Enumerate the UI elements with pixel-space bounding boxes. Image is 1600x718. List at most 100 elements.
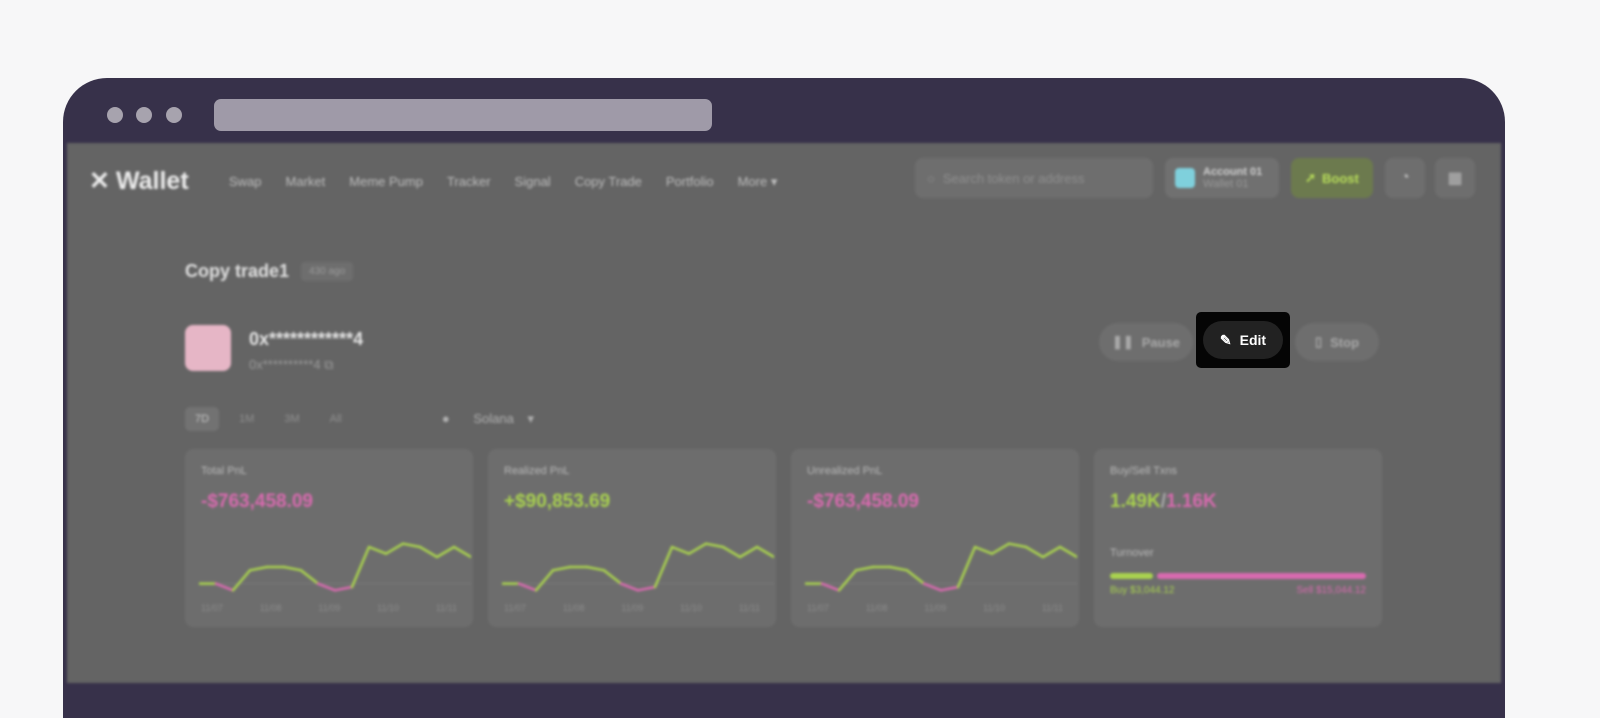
turnover-bar — [1110, 573, 1366, 579]
bell-icon: ◔ — [1400, 169, 1410, 186]
time-range-tabs: 7D 1M 3M All ● Solana ▾ — [185, 405, 544, 433]
time-tab[interactable]: 3M — [274, 407, 309, 431]
sell-count: 1.16K — [1165, 491, 1217, 512]
chart-segment — [1041, 545, 1062, 559]
time-tab[interactable]: All — [320, 407, 352, 431]
window-maximize-dot[interactable] — [166, 107, 182, 123]
search-input[interactable]: ○ Search token or address — [915, 158, 1153, 198]
buy-bar — [1110, 573, 1153, 579]
nav-link[interactable]: Tracker — [447, 174, 491, 190]
x-tick: 11/07 — [504, 603, 526, 613]
chart-segment — [956, 545, 977, 589]
chart-segment — [214, 582, 235, 592]
chart-segment — [990, 542, 1011, 555]
time-tag: 430 ago — [301, 262, 354, 281]
copy-icon[interactable]: ⧉ — [324, 357, 333, 372]
rocket-icon: ➚ — [1305, 170, 1317, 185]
stop-label: Stop — [1330, 334, 1360, 350]
chart-segment — [837, 569, 858, 592]
edit-label: Edit — [1239, 332, 1267, 348]
logo-text: Wallet — [115, 166, 189, 195]
x-tick: 11/09 — [318, 603, 341, 613]
nav-link[interactable]: Signal — [515, 174, 551, 190]
boost-button[interactable]: ➚ Boost — [1291, 158, 1373, 198]
nav-link[interactable]: More ▾ — [738, 174, 778, 190]
card-label: Total PnL — [201, 465, 247, 477]
window-minimize-dot[interactable] — [136, 107, 152, 123]
edit-highlight: ✎ Edit — [1196, 312, 1290, 368]
notification-button[interactable]: ◔ — [1385, 158, 1425, 198]
chain-selector[interactable]: ● Solana ▾ — [422, 405, 544, 433]
wallet-address-short: 0x**********4 ⧉ — [249, 357, 333, 373]
x-tick: 11/10 — [983, 603, 1005, 613]
chart-segment — [585, 565, 606, 572]
chart-segment — [922, 582, 943, 592]
pause-button[interactable]: ❚❚ Pause — [1099, 323, 1193, 361]
account-name: Account 01 — [1203, 166, 1263, 178]
time-tab[interactable]: 7D — [185, 407, 220, 431]
sell-bar — [1156, 573, 1366, 579]
menu-button[interactable]: ▦ — [1435, 158, 1475, 198]
turnover-label: Turnover — [1110, 547, 1154, 559]
chart-segment — [1007, 542, 1028, 549]
window-close-dot[interactable] — [107, 107, 123, 123]
chart-segment — [738, 545, 759, 559]
account-sub: Wallet 01 — [1203, 178, 1249, 190]
trash-icon: ▯ — [1314, 334, 1323, 349]
nav-link[interactable]: Swap — [229, 174, 262, 190]
x-tick: 11/09 — [621, 603, 644, 613]
boost-label: Boost — [1322, 170, 1359, 186]
address-short-text: 0x**********4 — [249, 357, 321, 372]
nav-link[interactable]: Meme Pump — [349, 174, 423, 190]
chart-segment — [888, 565, 909, 572]
chart-segment — [1058, 545, 1077, 559]
chart-segment — [973, 545, 994, 555]
chart-segment — [248, 565, 269, 572]
chart-segment — [653, 545, 674, 589]
x-tick: 11/08 — [562, 603, 585, 613]
card-label: Buy/Sell Txns — [1110, 465, 1178, 477]
x-tick: 11/07 — [201, 603, 223, 613]
account-switcher[interactable]: Account 01 Wallet 01 — [1165, 158, 1279, 198]
chart-segment — [939, 585, 960, 592]
pencil-icon: ✎ — [1219, 331, 1232, 348]
x-tick: 11/10 — [377, 603, 399, 613]
account-avatar — [1175, 168, 1195, 188]
logo-icon: ✕ — [89, 167, 110, 195]
wallet-address: 0x************4 — [249, 329, 364, 349]
card-label: Realized PnL — [504, 465, 570, 477]
x-tick: 11/08 — [865, 603, 888, 613]
chart-segment — [333, 585, 354, 592]
edit-button[interactable]: ✎ Edit — [1203, 321, 1283, 359]
chart-segment — [636, 585, 657, 592]
chart-segment — [905, 569, 926, 585]
chart-segment — [452, 545, 471, 559]
pnl-chart — [502, 542, 774, 592]
top-nav: ✕ Wallet Swap Market Meme Pump Tracker Signal… — [67, 158, 1501, 198]
card-label: Unrealized PnL — [807, 465, 883, 477]
nav-link[interactable]: Copy Trade — [575, 174, 642, 190]
card-value: -$763,458.09 — [201, 491, 313, 512]
x-tick: 11/07 — [807, 603, 829, 613]
time-tab[interactable]: 1M — [229, 407, 264, 431]
nav-link[interactable]: Market — [286, 174, 326, 190]
x-tick: 11/09 — [924, 603, 947, 613]
chain-label: Solana — [473, 411, 514, 426]
buy-count: 1.49K — [1110, 491, 1161, 512]
chart-segment — [551, 565, 572, 572]
chart-segment — [435, 545, 456, 559]
logo[interactable]: ✕ Wallet — [89, 166, 189, 196]
chart-segment — [704, 542, 725, 549]
chart-segment — [517, 582, 538, 592]
stop-button[interactable]: ▯ Stop — [1295, 323, 1379, 361]
txn-card: Buy/Sell Txns 1.49K/1.16K Turnover Buy $… — [1094, 449, 1382, 627]
search-placeholder: Search token or address — [942, 170, 1085, 186]
card-value: -$763,458.09 — [807, 491, 919, 512]
chart-segment — [367, 545, 388, 555]
address-bar[interactable] — [214, 99, 712, 131]
chart-segment — [282, 565, 303, 572]
nav-link[interactable]: Portfolio — [666, 174, 714, 190]
chart-segment — [231, 569, 252, 592]
card-value: +$90,853.69 — [504, 491, 611, 512]
x-tick: 11/08 — [259, 603, 282, 613]
